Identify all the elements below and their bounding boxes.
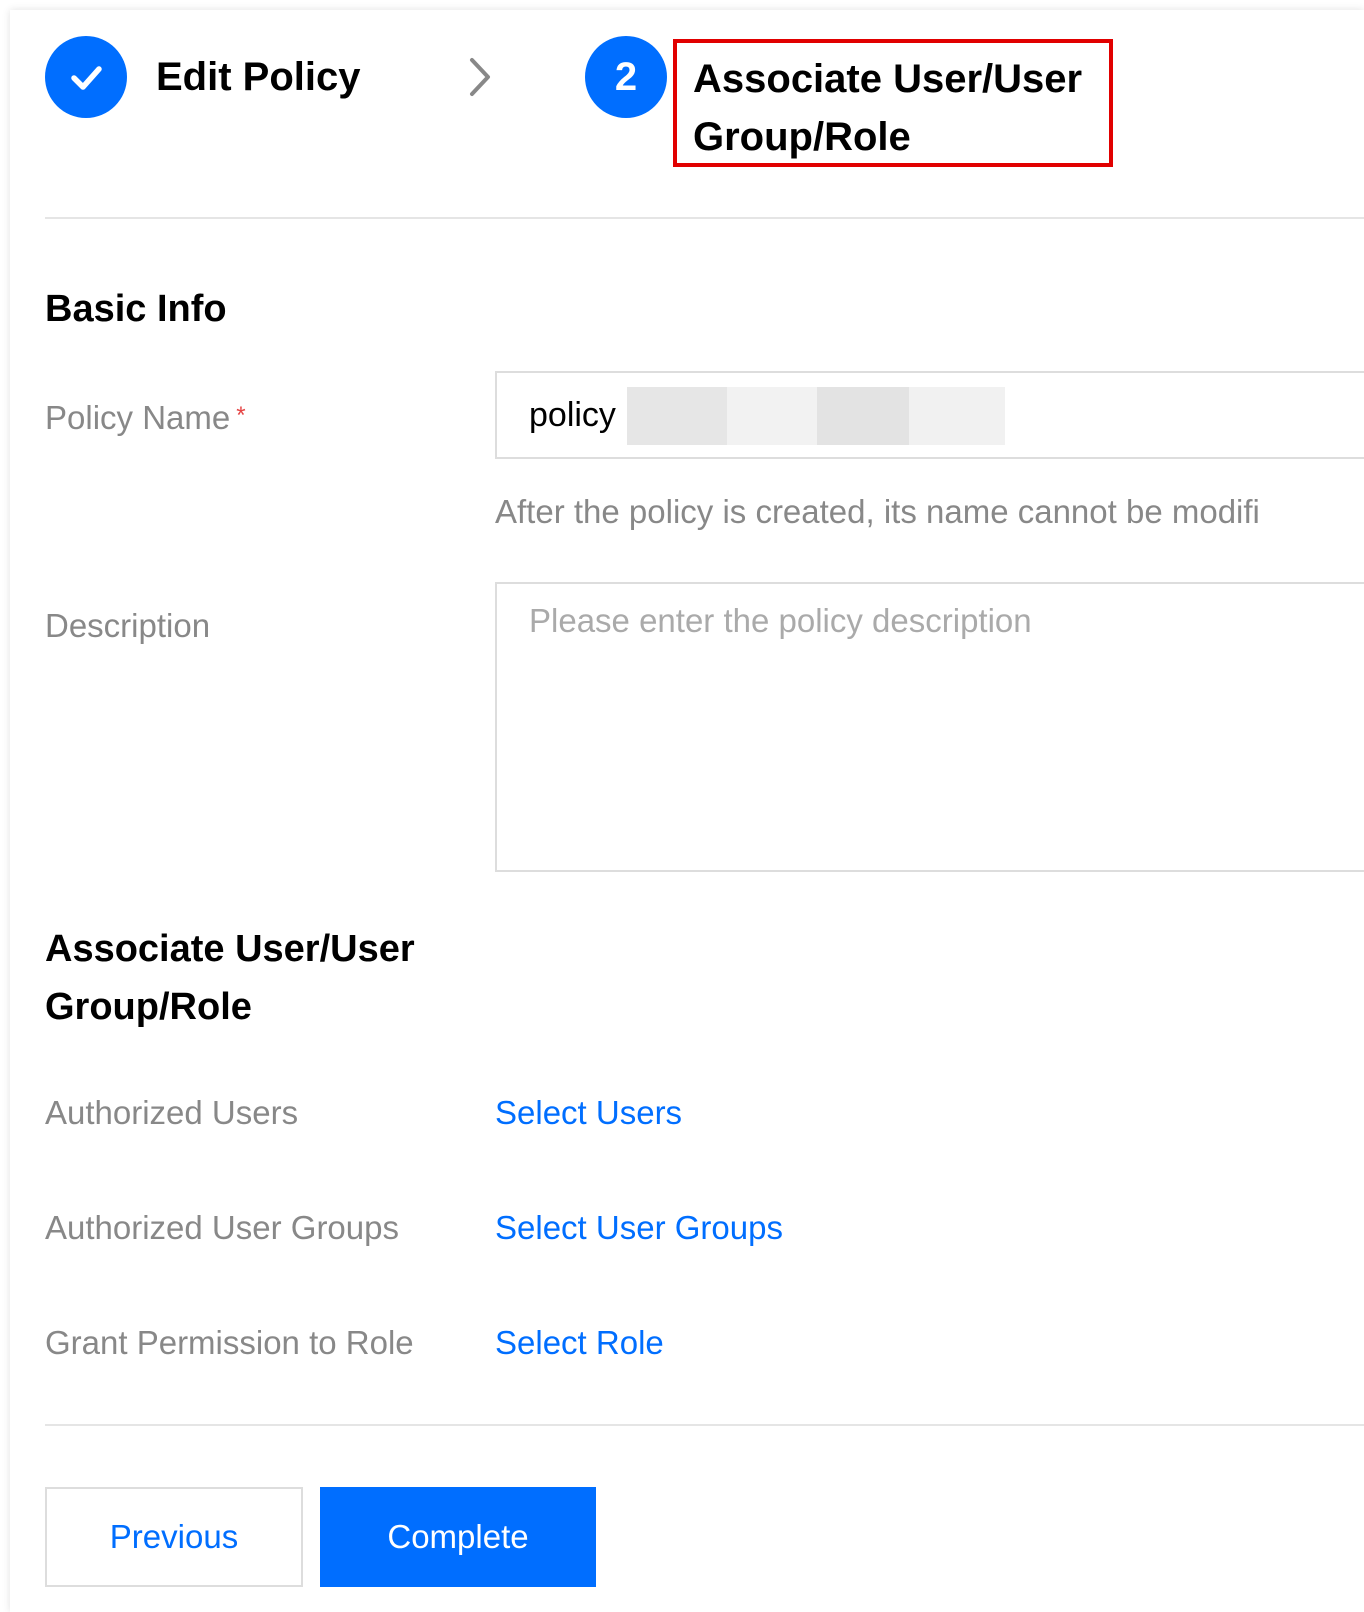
policy-name-value: policy xyxy=(529,396,616,434)
step-indicator: Edit Policy 2 Associate User/User Group/… xyxy=(10,10,1364,220)
header-divider xyxy=(45,217,1364,219)
authorized-user-groups-label: Authorized User Groups xyxy=(45,1209,399,1246)
create-policy-panel: Edit Policy 2 Associate User/User Group/… xyxy=(10,10,1364,1612)
step2-number-badge: 2 xyxy=(585,36,667,118)
policy-name-input[interactable]: policy xyxy=(495,371,1364,459)
select-user-groups-link[interactable]: Select User Groups xyxy=(495,1208,783,1248)
checkmark-icon xyxy=(71,66,102,90)
step1-label: Edit Policy xyxy=(156,55,361,99)
description-label: Description xyxy=(45,607,211,644)
policy-name-help: After the policy is created, its name ca… xyxy=(495,493,1260,530)
redacted-area xyxy=(627,387,727,445)
previous-button[interactable]: Previous xyxy=(45,1487,303,1587)
step2-label: Associate User/User Group/Role xyxy=(693,57,1083,159)
footer-divider xyxy=(45,1424,1364,1426)
grant-role-label: Grant Permission to Role xyxy=(45,1324,414,1361)
policy-name-label-text: Policy Name xyxy=(45,399,231,436)
required-mark: * xyxy=(236,402,246,429)
policy-name-label: Policy Name * xyxy=(45,396,246,438)
basic-info-title: Basic Info xyxy=(45,288,227,330)
associate-title: Associate User/User Group/Role xyxy=(45,928,415,1028)
select-users-link[interactable]: Select Users xyxy=(495,1093,682,1133)
redacted-area xyxy=(727,387,817,445)
step1-check-icon xyxy=(45,36,127,118)
redacted-area xyxy=(909,387,1005,445)
description-textarea[interactable] xyxy=(495,582,1364,872)
authorized-users-label: Authorized Users xyxy=(45,1094,299,1131)
complete-button[interactable]: Complete xyxy=(320,1487,596,1587)
select-role-link[interactable]: Select Role xyxy=(495,1323,664,1363)
chevron-right-icon xyxy=(470,58,490,96)
redacted-area xyxy=(817,387,909,445)
